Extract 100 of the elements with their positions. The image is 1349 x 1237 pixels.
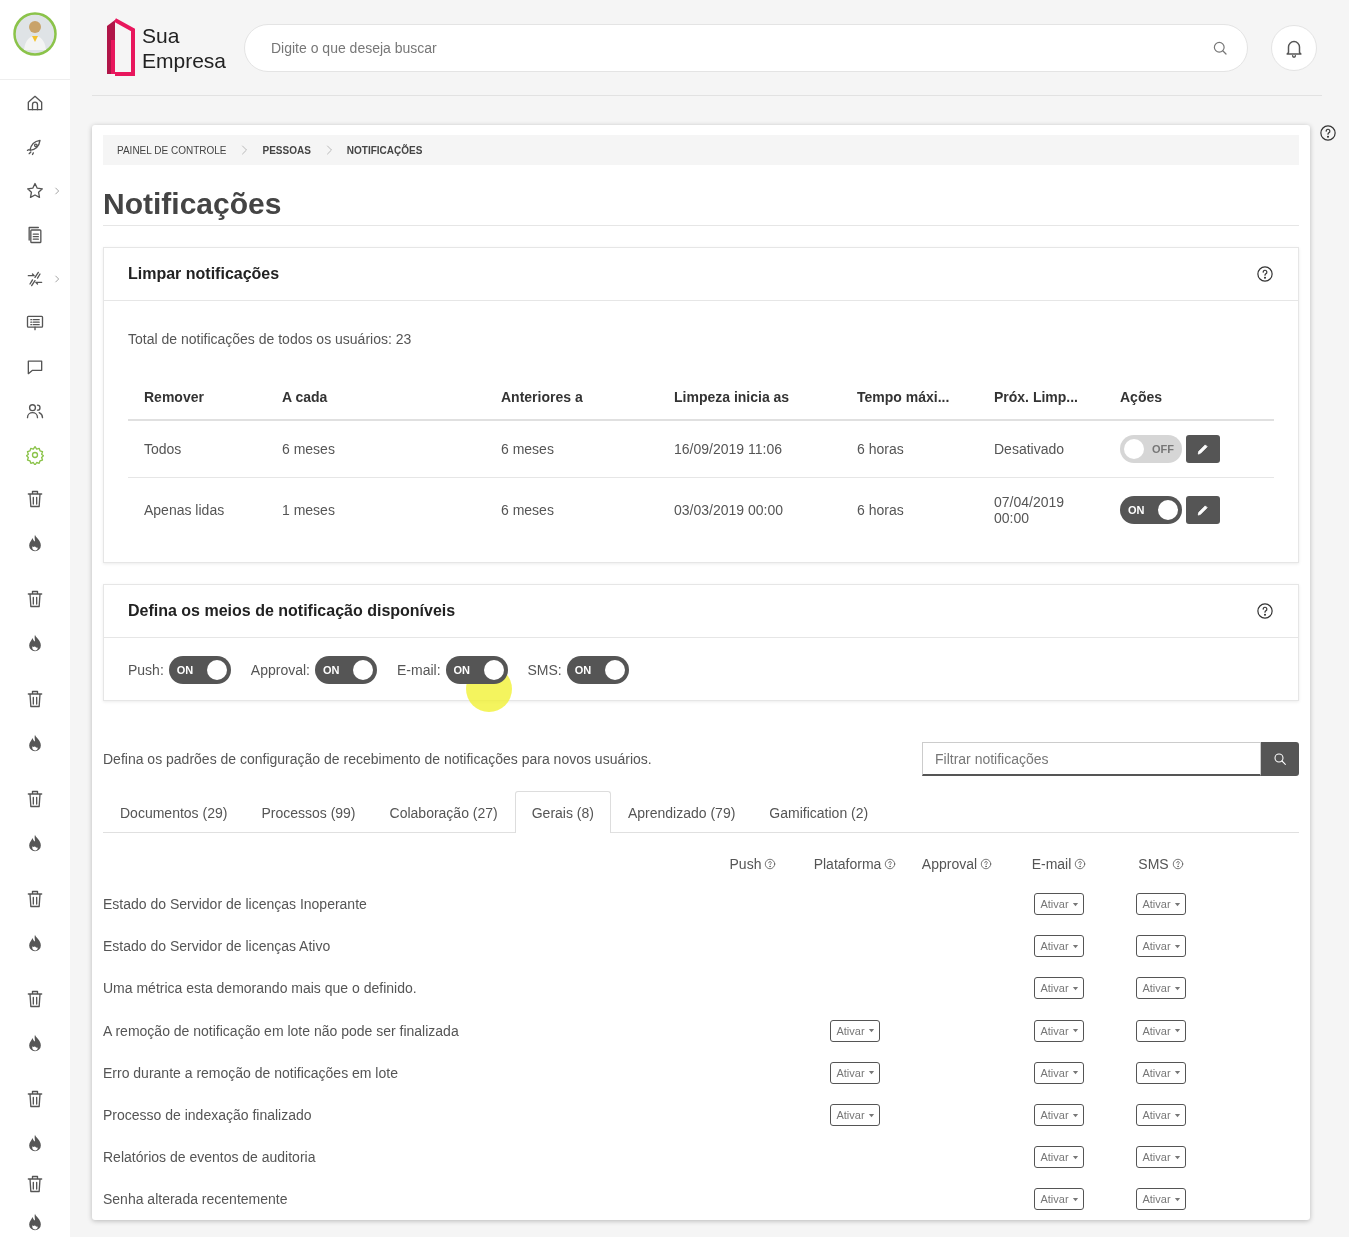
caret-icon	[867, 1111, 875, 1119]
caret-icon	[1173, 942, 1181, 950]
breadcrumb-link[interactable]: PAINEL DE CONTROLE	[117, 144, 227, 156]
pencil-icon	[1196, 502, 1210, 517]
caret-icon	[1071, 1027, 1079, 1035]
table-cell-text: 6 meses	[501, 501, 555, 518]
tab[interactable]: Gamification (2)	[752, 791, 886, 833]
table-cell-text: 6 meses	[282, 441, 336, 457]
toggle-switch[interactable]: ON	[1120, 495, 1182, 524]
toggle-label: Push:	[128, 662, 164, 678]
notification-label: Processo de indexação finalizado	[103, 1107, 313, 1124]
panel-title: Defina os meios de notificação disponíveis	[128, 602, 456, 620]
caret-icon	[1071, 900, 1079, 908]
column-header: Anteriores a	[501, 389, 584, 405]
activate-dropdown[interactable]: Ativar	[1034, 893, 1084, 916]
notification-label: Senha alterada recentemente	[103, 1191, 289, 1208]
notification-label: Estado do Servidor de licenças Inoperante	[103, 896, 368, 913]
column-header: Tempo máxi...	[857, 389, 951, 405]
notification-label: A remoção de notificação em lote não pode ser finalizada	[103, 1022, 460, 1039]
table-cell-text: 6 meses	[501, 441, 555, 457]
toggle-switch[interactable]: ON	[445, 656, 508, 684]
toggle-label: E-mail:	[396, 662, 441, 678]
notification-label: Uma métrica esta demorando mais que o definido.	[103, 980, 418, 997]
activate-dropdown[interactable]: Ativar	[1034, 935, 1084, 958]
column-header: Push	[729, 856, 762, 872]
tab[interactable]: Processos (99)	[244, 791, 373, 833]
search-icon	[1272, 751, 1288, 767]
notifications-button[interactable]	[1271, 24, 1317, 71]
help-icon[interactable]	[1256, 602, 1274, 620]
toggle-switch[interactable]: ON	[314, 656, 377, 684]
filter-field[interactable]: Filtrar notificações	[922, 742, 1261, 776]
table-cell-text: Desativado	[994, 441, 1066, 457]
tab[interactable]: Gerais (8)	[514, 791, 611, 833]
caret-icon	[1071, 1069, 1079, 1077]
search-field[interactable]: Digite o que deseja buscar	[244, 23, 1248, 72]
notification-label: Relatórios de eventos de auditoria	[103, 1149, 317, 1166]
activate-dropdown[interactable]: Ativar	[1034, 1019, 1084, 1042]
table-cell-text: Todos	[144, 441, 183, 457]
edit-button[interactable]	[1186, 435, 1220, 463]
column-header: Limpeza inicia as	[674, 389, 791, 405]
activate-dropdown[interactable]: Ativar	[1136, 1188, 1186, 1211]
activate-dropdown[interactable]: Ativar	[1136, 935, 1186, 958]
help-icon[interactable]	[1319, 124, 1337, 142]
column-header: Remover	[144, 389, 205, 405]
activate-dropdown[interactable]: Ativar	[830, 1019, 880, 1042]
toggle-switch[interactable]: OFF	[1120, 435, 1182, 463]
logo-text: Sua Empresa	[142, 22, 228, 73]
activate-dropdown[interactable]: Ativar	[1034, 1188, 1084, 1211]
column-header: E-mail	[1031, 856, 1072, 872]
search-button[interactable]	[1261, 742, 1299, 776]
table-cell-text: 07/04/2019 00:00	[994, 493, 1066, 526]
activate-dropdown[interactable]: Ativar	[830, 1104, 880, 1127]
caret-icon	[1173, 1069, 1181, 1077]
toggle-switch[interactable]: ON	[566, 656, 629, 684]
table-cell-text: 16/09/2019 11:06	[674, 441, 783, 457]
caret-icon	[1173, 1111, 1181, 1119]
activate-dropdown[interactable]: Ativar	[1136, 1146, 1186, 1169]
activate-dropdown[interactable]: Ativar	[1034, 1146, 1084, 1169]
caret-icon	[1071, 1153, 1079, 1161]
table-cell-text: 6 horas	[857, 441, 905, 457]
activate-dropdown[interactable]: Ativar	[1136, 893, 1186, 916]
tab[interactable]: Aprendizado (79)	[610, 791, 753, 833]
tab[interactable]: Documentos (29)	[103, 791, 245, 833]
caret-icon	[1071, 942, 1079, 950]
notification-label: Estado do Servidor de licenças Ativo	[103, 938, 332, 955]
column-header: SMS	[1138, 856, 1169, 872]
breadcrumb-link[interactable]: NOTIFICAÇÕES	[346, 144, 423, 156]
activate-dropdown[interactable]: Ativar	[1136, 1104, 1186, 1127]
notification-label: Erro durante a remoção de notificações em lote	[103, 1064, 399, 1081]
caret-icon	[1173, 984, 1181, 992]
caret-icon	[867, 1027, 875, 1035]
toggle-switch[interactable]: ON	[168, 656, 231, 684]
toggle-label: SMS:	[527, 662, 562, 678]
activate-dropdown[interactable]: Ativar	[830, 1061, 880, 1084]
chevron-icon	[52, 186, 62, 196]
table-cell-text: Apenas lidas	[144, 501, 226, 518]
edit-button[interactable]	[1186, 495, 1220, 524]
logo-icon	[104, 17, 136, 78]
activate-dropdown[interactable]: Ativar	[1136, 977, 1186, 1000]
panel-title: Limpar notificações	[128, 265, 280, 283]
avatar[interactable]	[13, 12, 57, 56]
activate-dropdown[interactable]: Ativar	[1136, 1019, 1186, 1042]
caret-icon	[1173, 1153, 1181, 1161]
caret-icon	[1071, 1111, 1079, 1119]
help-icon[interactable]	[1256, 265, 1274, 283]
column-header: Plataforma	[813, 856, 882, 872]
breadcrumb-link[interactable]: PESSOAS	[262, 144, 311, 156]
caret-icon	[867, 1069, 875, 1077]
table-cell-text: 6 horas	[857, 501, 905, 518]
caret-icon	[1173, 1027, 1181, 1035]
activate-dropdown[interactable]: Ativar	[1034, 1104, 1084, 1127]
pencil-icon	[1196, 442, 1210, 456]
table-cell-text: 03/03/2019 00:00	[674, 501, 784, 518]
activate-dropdown[interactable]: Ativar	[1034, 1061, 1084, 1084]
activate-dropdown[interactable]: Ativar	[1034, 977, 1084, 1000]
description-text: Defina os padrões de configuração de recebimento de notificações para novos usuários.	[103, 751, 652, 767]
chevron-icon	[52, 274, 62, 284]
tab[interactable]: Colaboração (27)	[372, 791, 515, 833]
column-header: A cada	[282, 389, 329, 405]
activate-dropdown[interactable]: Ativar	[1136, 1061, 1186, 1084]
